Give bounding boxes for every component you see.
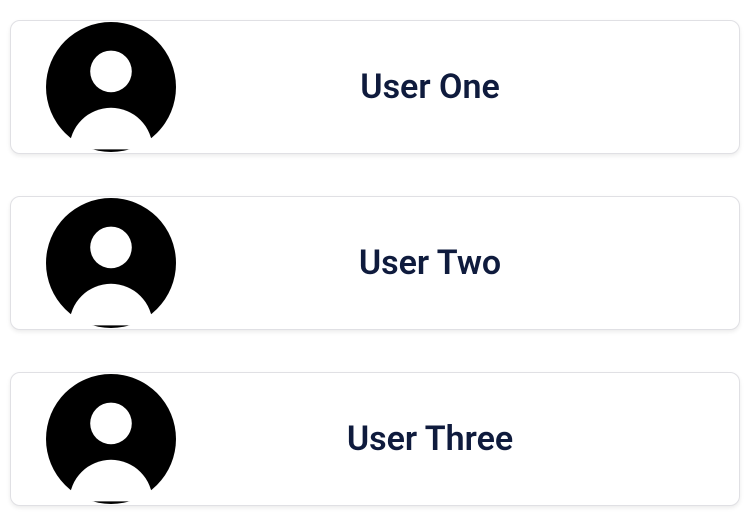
- user-name-label: User One: [181, 67, 719, 107]
- avatar: [41, 17, 181, 157]
- user-card[interactable]: User Two: [10, 196, 740, 330]
- user-name-label: User Three: [181, 419, 719, 459]
- user-icon: [46, 374, 176, 504]
- user-icon: [46, 22, 176, 152]
- user-card[interactable]: User One: [10, 20, 740, 154]
- avatar: [41, 193, 181, 333]
- user-card[interactable]: User Three: [10, 372, 740, 506]
- user-icon: [46, 198, 176, 328]
- user-name-label: User Two: [181, 243, 719, 283]
- user-list: User One User Two: [10, 20, 740, 506]
- avatar: [41, 369, 181, 509]
